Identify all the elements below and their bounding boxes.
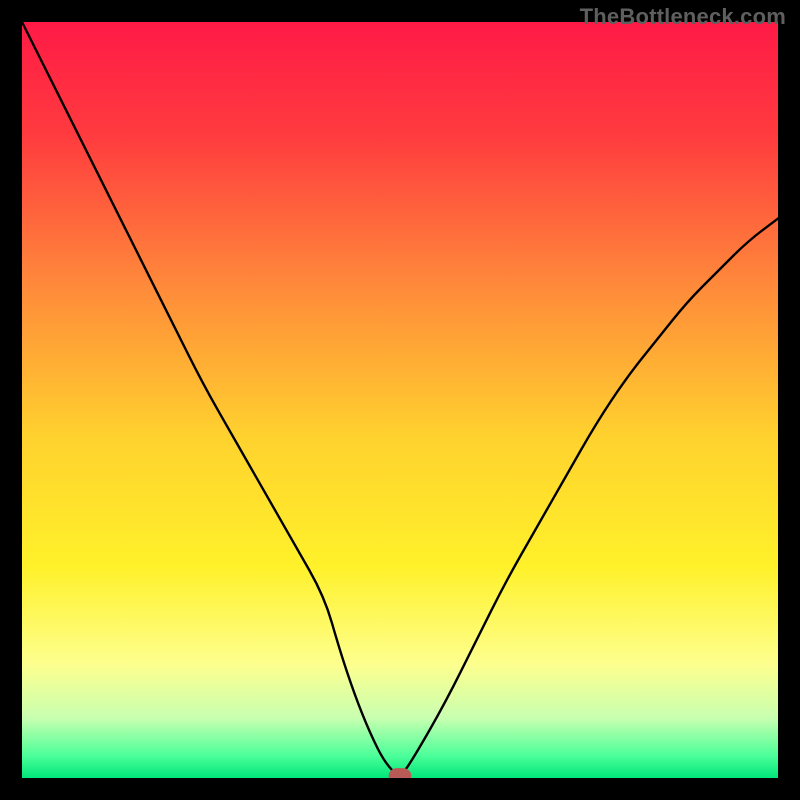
chart-stage: TheBottleneck.com bbox=[0, 0, 800, 800]
optimal-marker bbox=[389, 768, 412, 778]
bottleneck-chart bbox=[22, 22, 778, 778]
watermark-text: TheBottleneck.com bbox=[580, 4, 786, 30]
gradient-background bbox=[22, 22, 778, 778]
